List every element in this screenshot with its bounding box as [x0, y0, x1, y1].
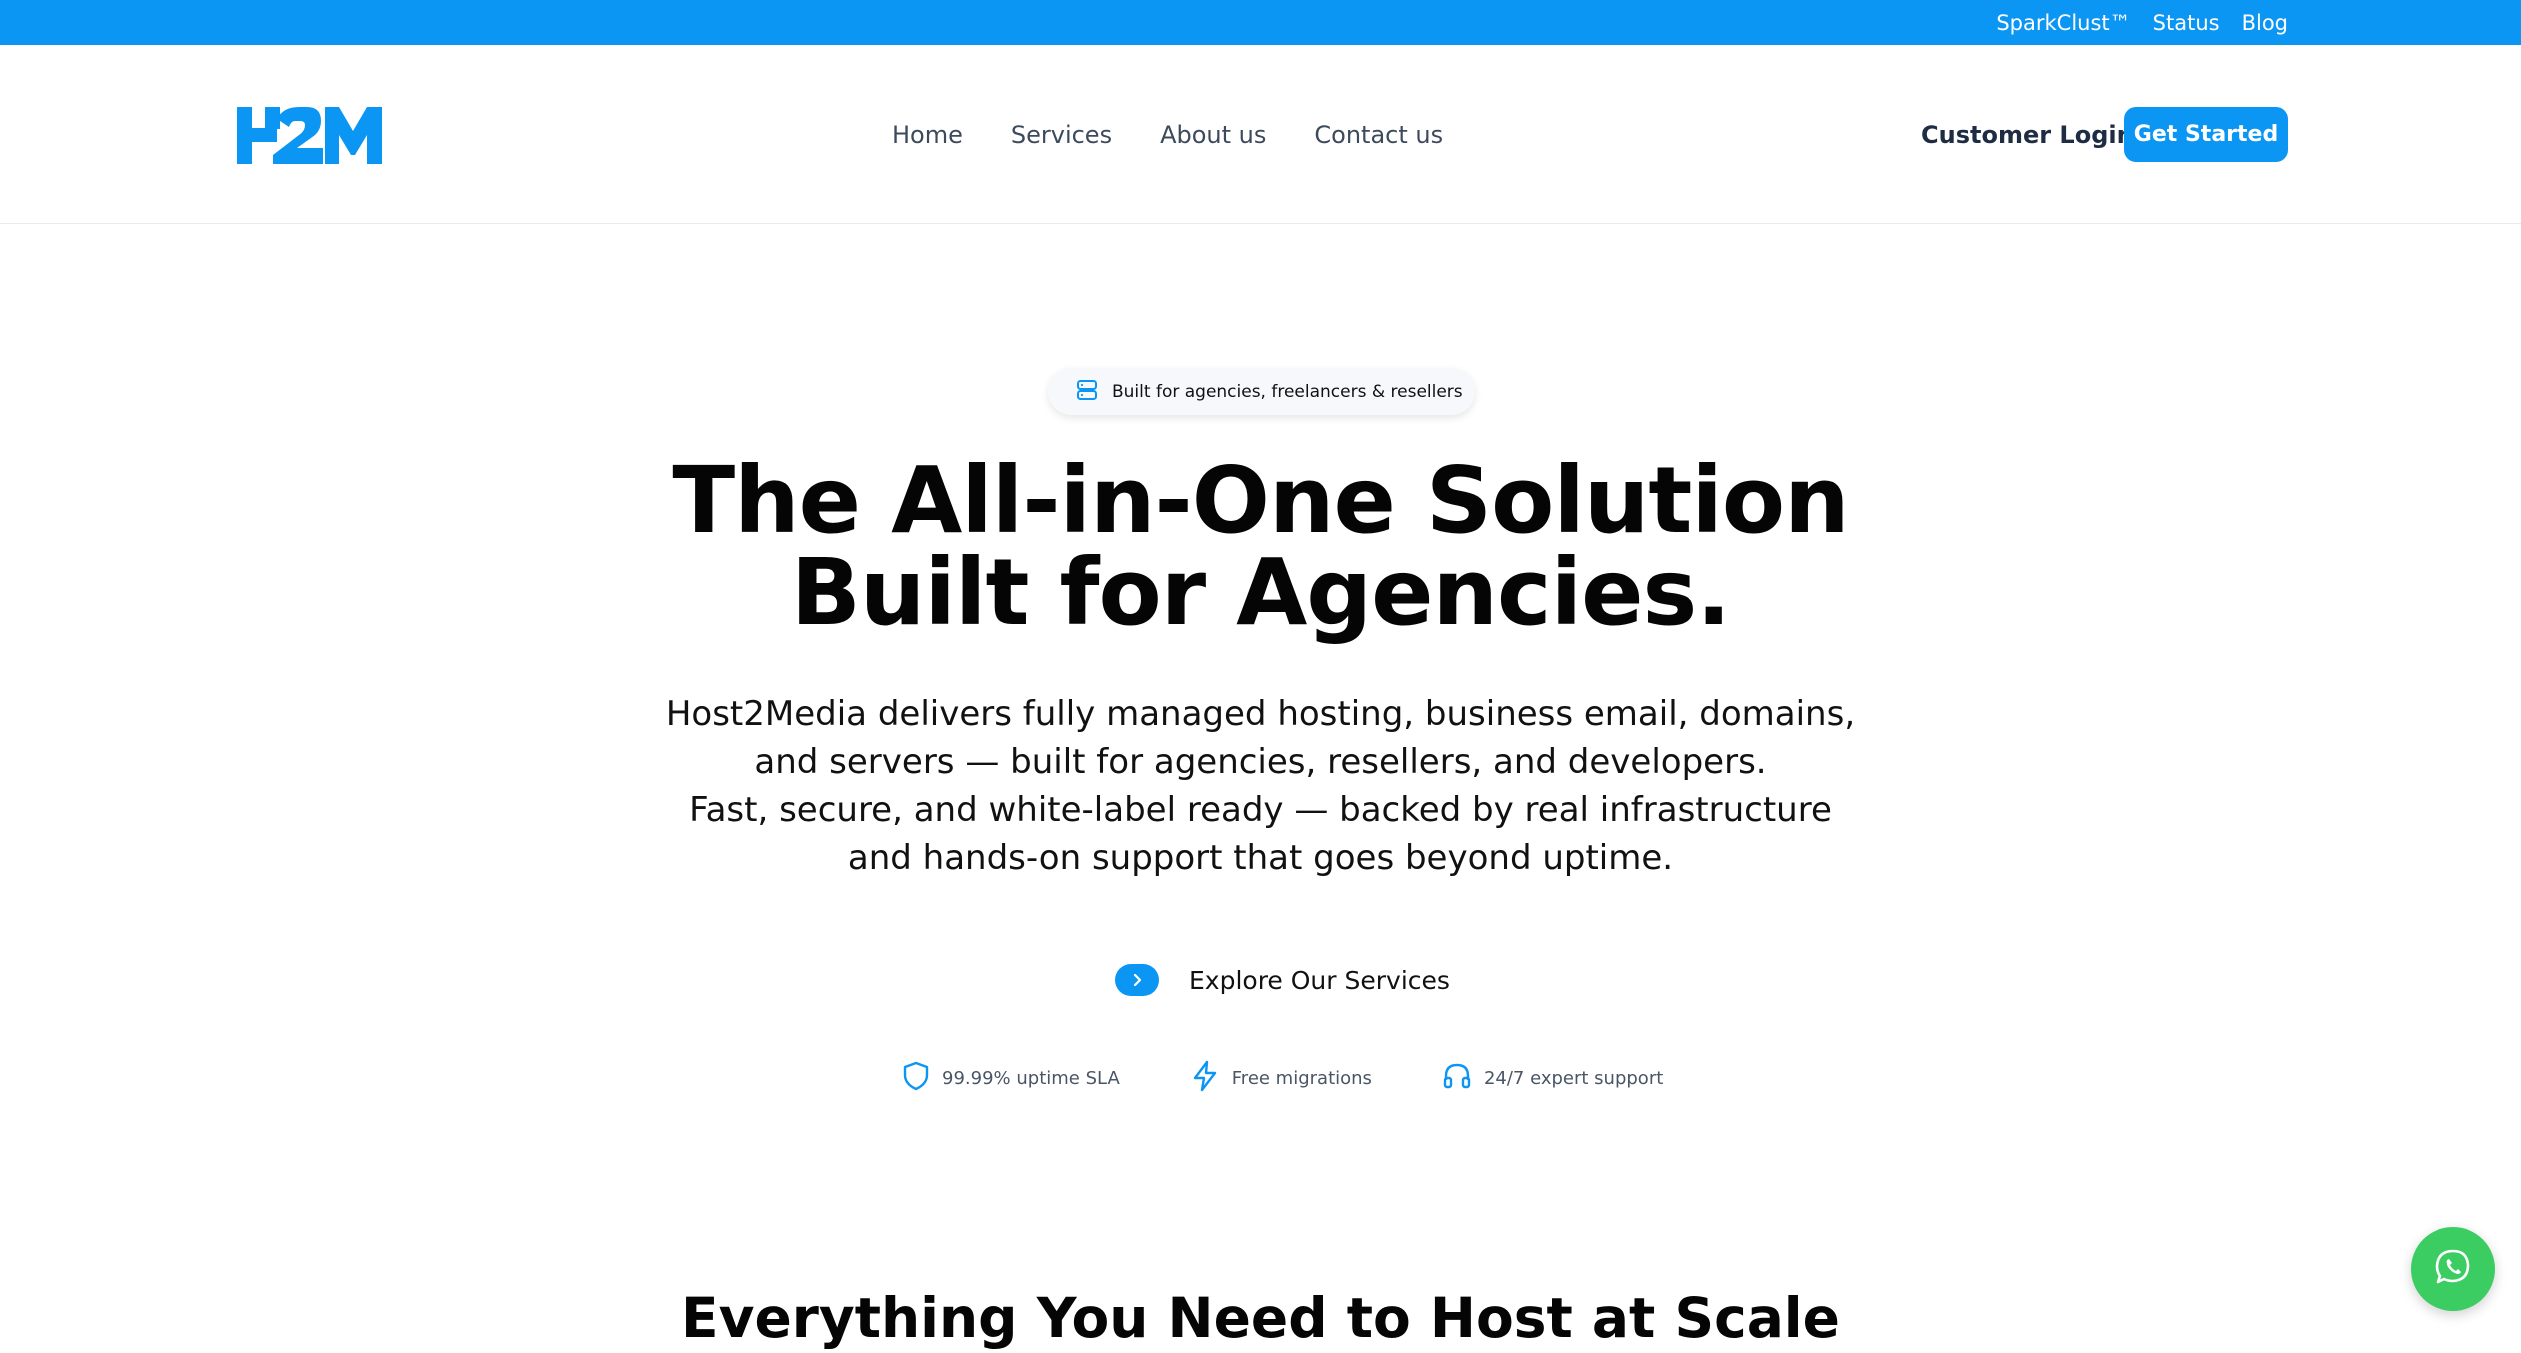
h2m-logo-mark [237, 107, 382, 164]
customer-login-link[interactable]: Customer Login [1921, 45, 2134, 224]
hero-subtitle-line-3: Fast, secure, and white-label ready — ba… [689, 790, 1832, 830]
feature-uptime: 99.99% uptime SLA [902, 1061, 1120, 1095]
hero-subtitle-line-4: and hands-on support that goes beyond up… [847, 838, 1674, 878]
audience-badge-text: Built for agencies, freelancers & resell… [1112, 381, 1463, 402]
section-title: Everything You Need to Host at Scale [681, 1286, 1840, 1350]
lightning-icon [1190, 1060, 1220, 1096]
headphones-icon [1442, 1062, 1472, 1094]
hero-title-line-1: The All-in-One Solution [672, 447, 1849, 554]
nav-about-us[interactable]: About us [1160, 121, 1266, 149]
hero-subtitle-line-2: and servers — built for agencies, resell… [754, 742, 1767, 782]
site-header: Home Services About us Contact us Custom… [0, 45, 2521, 224]
server-icon [1076, 379, 1098, 405]
audience-badge: Built for agencies, freelancers & resell… [1048, 368, 1475, 415]
topbar-link-sparkclust[interactable]: SparkClust™ [1996, 11, 2130, 35]
hero-subtitle: Host2Media delivers fully managed hostin… [0, 690, 2521, 882]
nav-services[interactable]: Services [1011, 121, 1112, 149]
feature-support-label: 24/7 expert support [1483, 1067, 1664, 1089]
chevron-right-icon[interactable] [1115, 964, 1159, 996]
hero-title-line-2: Built for Agencies. [790, 539, 1731, 646]
feature-uptime-label: 99.99% uptime SLA [942, 1067, 1120, 1089]
h2m-logo[interactable] [237, 105, 382, 165]
topbar-link-status[interactable]: Status [2153, 11, 2220, 35]
nav-contact-us[interactable]: Contact us [1314, 121, 1443, 149]
top-utility-links: SparkClust™ Status Blog [1996, 0, 2288, 45]
top-utility-bar: SparkClust™ Status Blog [0, 0, 2521, 45]
explore-services-label: Explore Our Services [1189, 965, 1450, 995]
whatsapp-icon [2433, 1247, 2473, 1291]
feature-support: 24/7 expert support [1442, 1062, 1663, 1094]
get-started-button[interactable]: Get Started [2124, 107, 2288, 162]
feature-migrations-label: Free migrations [1231, 1067, 1372, 1089]
explore-services-link[interactable]: Explore Our Services [1115, 960, 1450, 1000]
feature-migrations: Free migrations [1190, 1060, 1372, 1096]
topbar-link-blog[interactable]: Blog [2242, 11, 2288, 35]
hero-subtitle-line-1: Host2Media delivers fully managed hostin… [665, 694, 1856, 734]
main-nav: Home Services About us Contact us [892, 45, 1443, 224]
whatsapp-chat-button[interactable] [2411, 1227, 2495, 1311]
nav-home[interactable]: Home [892, 121, 963, 149]
hero-title: The All-in-One Solution Built for Agenci… [0, 455, 2521, 639]
shield-icon [902, 1061, 930, 1095]
feature-highlights: 99.99% uptime SLA Free migrations 24/7 e… [902, 1058, 1663, 1098]
